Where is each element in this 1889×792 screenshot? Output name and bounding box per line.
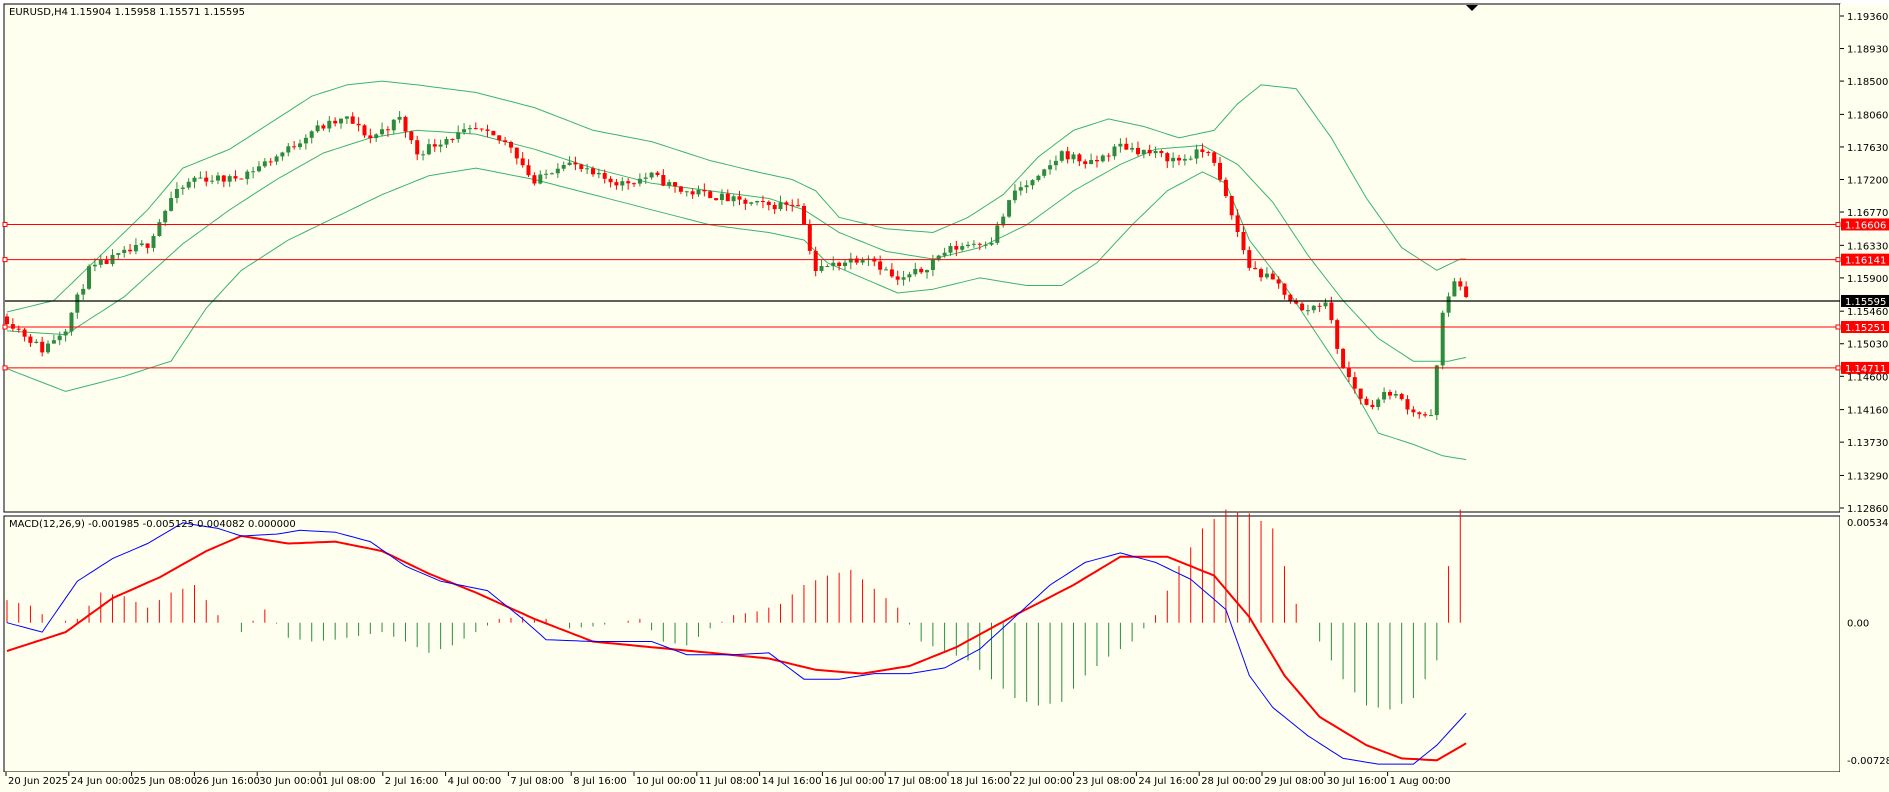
macd-title: MACD(12,26,9) -0.001985 -0.005125 0.0040… [9, 519, 296, 530]
time-axis-label: 4 Jul 00:00 [448, 776, 502, 787]
candle [1440, 310, 1445, 370]
time-axis-label: 22 Jul 00:00 [1013, 776, 1073, 787]
candle [1223, 177, 1228, 198]
time-axis-label: 30 Jun 00:00 [259, 776, 323, 787]
time-axis-label: 1 Aug 00:00 [1390, 776, 1451, 787]
price-tick-label: 1.18500 [1847, 77, 1888, 88]
price-tick-label: 1.15460 [1847, 307, 1888, 318]
time-axis-label: 8 Jul 16:00 [573, 776, 627, 787]
ohlc-low: 1.15571 [159, 7, 200, 18]
time-axis-label: 14 Jul 16:00 [762, 776, 822, 787]
price-tick-label: 1.14160 [1847, 406, 1888, 417]
price-tick-label: 1.18930 [1847, 45, 1888, 56]
time-axis-label: 20 Jun 2025 [8, 776, 68, 787]
price-tick-label: 1.16770 [1847, 208, 1888, 219]
time-axis-label: 24 Jun 00:00 [71, 776, 135, 787]
candle [87, 264, 91, 291]
time-axis-label: 18 Jul 16:00 [950, 776, 1010, 787]
time-axis-label: 10 Jul 00:00 [636, 776, 696, 787]
candle [708, 190, 713, 199]
trading-chart[interactable]: 1.166061.161411.152511.147111.15595 1.19… [0, 0, 1889, 792]
time-axis-label: 29 Jul 08:00 [1264, 776, 1324, 787]
time-axis-label: 26 Jun 16:00 [196, 776, 260, 787]
candle [1335, 318, 1340, 354]
macd-tick-label: 0.00 [1847, 619, 1869, 630]
price-tick-label: 1.12860 [1847, 504, 1888, 515]
time-axis-label: 17 Jul 08:00 [887, 776, 947, 787]
time-axis-label: 1 Jul 08:00 [322, 776, 376, 787]
candle [239, 178, 244, 180]
price-tick-label: 1.19360 [1847, 12, 1888, 23]
price-tick-label: 1.15030 [1847, 340, 1888, 351]
ohlc-readout: 1.15904 1.15958 1.15571 1.15595 [70, 7, 245, 18]
price-tick-label: 1.13290 [1847, 471, 1888, 482]
candle [1059, 150, 1064, 163]
macd-panel [3, 515, 1841, 773]
time-axis-label: 2 Jul 16:00 [385, 776, 439, 787]
macd-tick-label: 0.005342 [1847, 518, 1889, 529]
time-axis-label: 7 Jul 08:00 [510, 776, 564, 787]
chart-window: 1.16606 1.16141 1.15251 1.14711 1.15595 1.19… [0, 0, 1889, 792]
time-axis-label: 25 Jun 08:00 [134, 776, 198, 787]
ohlc-open: 1.15904 [70, 7, 111, 18]
candle [491, 130, 496, 136]
price-panel [3, 3, 1841, 513]
time-axis-label: 24 Jul 16:00 [1138, 776, 1198, 787]
time-axis-label: 23 Jul 08:00 [1076, 776, 1136, 787]
price-tick-label: 1.17200 [1847, 175, 1888, 186]
level-price-tag: 1.15251 [1845, 323, 1886, 334]
level-price-tag: 1.16606 [1845, 220, 1886, 231]
level-price-tag: 1.16141 [1845, 256, 1886, 267]
time-axis-label: 16 Jul 00:00 [824, 776, 884, 787]
symbol-title: EURUSD,H4 [9, 7, 68, 18]
price-tick-label: 1.16330 [1847, 241, 1888, 252]
candle [802, 203, 806, 226]
ohlc-close: 1.15595 [204, 7, 245, 18]
ohlc-high: 1.15958 [115, 7, 156, 18]
candle [1341, 347, 1346, 369]
candle [1434, 364, 1439, 421]
time-axis-label: 11 Jul 08:00 [699, 776, 759, 787]
price-tick-label: 1.17630 [1847, 143, 1888, 154]
price-tick-label: 1.18060 [1847, 110, 1888, 121]
price-tick-label: 1.15900 [1847, 274, 1888, 285]
price-tick-label: 1.14600 [1847, 372, 1888, 383]
time-axis-label: 28 Jul 00:00 [1201, 776, 1261, 787]
price-tick-label: 1.13730 [1847, 438, 1888, 449]
candle [1007, 199, 1012, 218]
time-axis-label: 30 Jul 16:00 [1327, 776, 1387, 787]
macd-tick-label: -0.007285 [1847, 756, 1889, 767]
